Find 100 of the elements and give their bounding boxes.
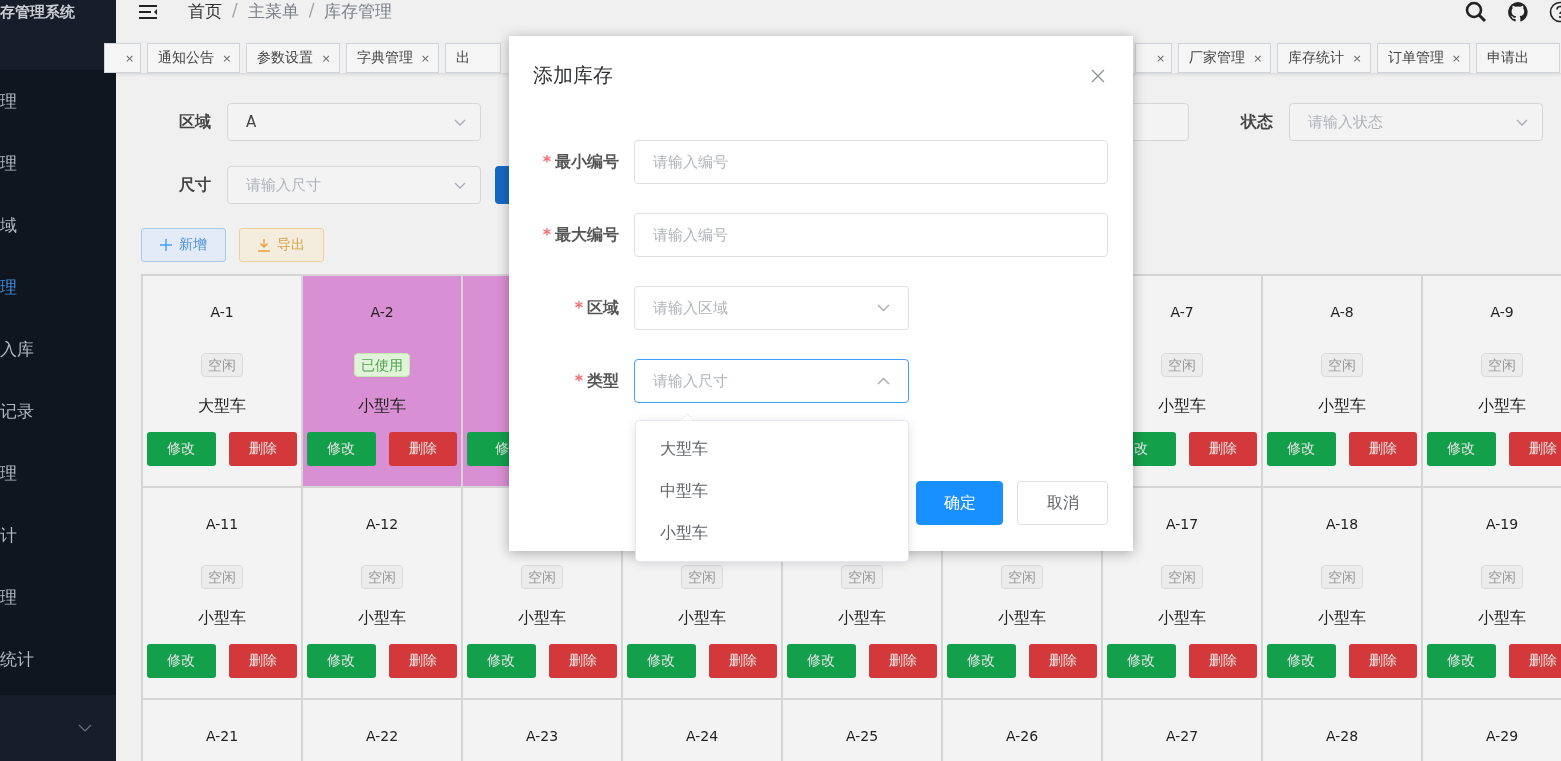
delete-button[interactable]: 删除 [388,644,457,678]
close-icon[interactable]: × [125,51,135,65]
dropdown-option[interactable]: 小型车 [636,512,908,554]
delete-button[interactable]: 删除 [708,644,777,678]
edit-button[interactable]: 修改 [1267,644,1336,678]
edit-button[interactable]: 修改 [307,432,376,466]
close-icon[interactable]: × [1451,51,1461,65]
close-icon[interactable]: × [1253,51,1263,65]
vehicle-type: 小型车 [198,608,246,627]
select-field[interactable]: A [227,103,481,141]
search-icon[interactable] [1465,0,1487,23]
delete-button[interactable]: 删除 [228,432,297,466]
vehicle-type: 小型车 [1158,396,1206,415]
close-icon[interactable]: × [1352,51,1362,65]
status-tag: 空闲 [1161,353,1203,377]
tab[interactable]: 通知公告 × [147,43,241,73]
sidebar-item[interactable]: 记录 [0,380,116,442]
slot-code: A-23 [525,728,559,746]
tab[interactable]: 库存统计 × [1277,43,1371,73]
vehicle-type: 小型车 [1478,608,1526,627]
tab-label[interactable]: 厂家管理 [1189,49,1246,67]
add-button[interactable]: 新增 [141,228,226,262]
confirm-button[interactable]: 确定 [916,481,1003,525]
slot-code: A-18 [1325,516,1359,534]
edit-button[interactable]: 修改 [147,432,216,466]
sidebar-item[interactable]: 理 [0,442,116,504]
delete-button[interactable]: 删除 [1508,644,1561,678]
delete-button[interactable]: 删除 [1028,644,1097,678]
edit-button[interactable]: 修改 [307,644,376,678]
close-icon[interactable]: × [321,51,331,65]
vehicle-type: 小型车 [518,608,566,627]
edit-button[interactable]: 修改 [627,644,696,678]
close-icon[interactable]: × [420,51,430,65]
delete-button[interactable]: 删除 [1188,432,1257,466]
sidebar-item[interactable]: 理 [0,256,116,318]
chevron-down-icon[interactable] [1516,118,1528,126]
tab[interactable]: × [104,43,142,73]
edit-button[interactable]: 修改 [1427,644,1496,678]
sidebar-item[interactable]: 计 [0,504,116,566]
edit-button[interactable]: 修改 [467,644,536,678]
chevron-down-icon[interactable] [454,181,466,189]
sidebar-item[interactable]: 统计 [0,628,116,690]
delete-button[interactable]: 删除 [1508,432,1561,466]
dropdown-option[interactable]: 大型车 [636,428,908,470]
delete-button[interactable]: 删除 [1348,644,1417,678]
tab[interactable]: 出 [444,43,501,73]
tab-label[interactable]: 参数设置 [257,49,314,67]
sidebar-item[interactable]: 域 [0,194,116,256]
chevron-down-icon[interactable] [78,724,92,732]
edit-button[interactable]: 修改 [1267,432,1336,466]
sidebar-item[interactable]: 理 [0,566,116,628]
tab[interactable]: × [1135,43,1173,73]
delete-button[interactable]: 删除 [868,644,937,678]
slot-code: A-1 [210,304,234,322]
cancel-button[interactable]: 取消 [1017,481,1108,525]
required-mark: * [574,370,583,390]
chevron-down-icon[interactable] [454,118,466,126]
delete-button[interactable]: 删除 [388,432,457,466]
tab-label[interactable]: 库存统计 [1288,49,1345,67]
breadcrumb-item: 库存管理 [324,0,393,23]
edit-button[interactable]: 修改 [147,644,216,678]
tab-label[interactable]: 字典管理 [356,49,413,67]
slot-code: A-25 [845,728,879,746]
status-tag: 空闲 [1161,565,1203,589]
slot-code: A-11 [205,516,239,534]
delete-button[interactable]: 删除 [1348,432,1417,466]
tab[interactable]: 参数设置 × [246,43,340,73]
tab[interactable]: 申请出 [1475,43,1560,73]
sidebar-item[interactable]: 理 [0,132,116,194]
close-icon[interactable]: × [1156,51,1166,65]
slot-code: A-29 [1485,728,1519,746]
delete-button[interactable]: 删除 [228,644,297,678]
sidebar-item[interactable]: 理 [0,70,116,132]
close-icon[interactable]: × [222,51,232,65]
status-tag: 已使用 [354,353,410,377]
delete-button[interactable]: 删除 [1188,644,1257,678]
status-tag: 空闲 [201,353,243,377]
vehicle-type: 小型车 [1318,396,1366,415]
tab[interactable]: 字典管理 × [345,43,439,73]
slot-code: A-17 [1165,516,1199,534]
tab-label[interactable]: 通知公告 [158,49,215,67]
chevron-down-icon[interactable] [877,304,890,312]
edit-button[interactable]: 修改 [947,644,1016,678]
tab[interactable]: 订单管理 × [1376,43,1470,73]
sidebar-item[interactable]: 入库 [0,318,116,380]
edit-button[interactable]: 修改 [1427,432,1496,466]
vehicle-type: 小型车 [1318,608,1366,627]
octocat-icon[interactable] [1507,0,1529,23]
chevron-up-icon[interactable] [877,377,890,385]
form-label: 区域 [587,297,619,317]
edit-button[interactable]: 修改 [787,644,856,678]
menu-icon[interactable] [138,3,158,20]
status-tag: 空闲 [1481,353,1523,377]
breadcrumb-item[interactable]: 首页 [188,0,222,23]
tab-label[interactable]: 订单管理 [1387,49,1444,67]
edit-button[interactable]: 修改 [1107,644,1176,678]
tab[interactable]: 厂家管理 × [1178,43,1272,73]
dropdown-option[interactable]: 中型车 [636,470,908,512]
delete-button[interactable]: 删除 [548,644,617,678]
close-icon[interactable] [1091,68,1105,83]
